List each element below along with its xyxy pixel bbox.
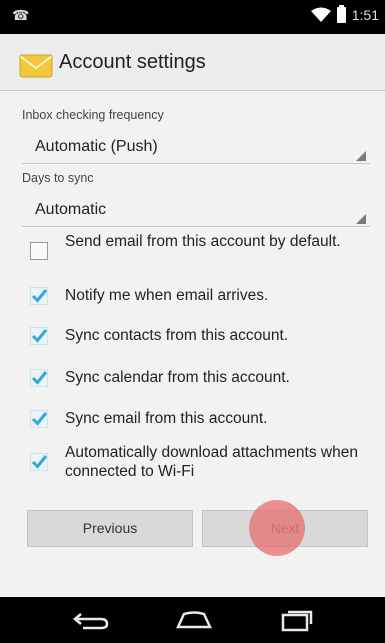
dropdown-arrow-icon xyxy=(356,151,366,161)
navigation-bar xyxy=(0,597,385,643)
email-icon[interactable] xyxy=(19,52,53,78)
checkbox[interactable] xyxy=(30,242,48,260)
days-to-sync-label: Days to sync xyxy=(22,171,94,185)
inbox-frequency-label: Inbox checking frequency xyxy=(22,108,164,122)
option-label: Send email from this account by default. xyxy=(65,233,341,250)
inbox-frequency-value: Automatic (Push) xyxy=(35,138,158,155)
option-sync-calendar[interactable]: Sync calendar from this account. xyxy=(26,368,366,390)
days-to-sync-dropdown[interactable]: Automatic xyxy=(22,197,370,227)
wifi-icon xyxy=(310,7,331,22)
status-bar: ☎ 1:51 xyxy=(0,0,385,34)
option-label: Sync contacts from this account. xyxy=(65,327,289,344)
option-label: Automatically download attachments when … xyxy=(65,444,358,480)
option-notify[interactable]: Notify me when email arrives. xyxy=(26,286,366,308)
button-bar: Previous Next xyxy=(27,510,368,547)
status-time: 1:51 xyxy=(351,7,379,23)
action-bar: Account settings xyxy=(0,34,385,91)
checkbox-checked[interactable] xyxy=(30,410,48,428)
dropdown-arrow-icon xyxy=(356,214,366,224)
dropdown-underline xyxy=(22,226,370,227)
previous-button[interactable]: Previous xyxy=(27,510,193,547)
option-label: Sync calendar from this account. xyxy=(65,369,290,386)
option-label: Notify me when email arrives. xyxy=(65,287,269,304)
call-icon: ☎ xyxy=(12,8,30,24)
inbox-frequency-dropdown[interactable]: Automatic (Push) xyxy=(22,134,370,164)
back-icon[interactable] xyxy=(73,610,111,630)
option-sync-contacts[interactable]: Sync contacts from this account. xyxy=(26,326,366,348)
option-label: Sync email from this account. xyxy=(65,410,268,427)
option-sync-email[interactable]: Sync email from this account. xyxy=(26,409,366,431)
touch-indicator xyxy=(249,500,305,556)
checkbox-checked[interactable] xyxy=(30,453,48,471)
checkbox-checked[interactable] xyxy=(30,327,48,345)
recent-apps-icon[interactable] xyxy=(280,610,314,632)
battery-icon xyxy=(336,5,346,23)
page-title: Account settings xyxy=(59,51,206,73)
option-send-default[interactable]: Send email from this account by default. xyxy=(26,232,366,272)
checkbox-checked[interactable] xyxy=(30,369,48,387)
dropdown-underline xyxy=(22,163,370,164)
option-auto-download[interactable]: Automatically download attachments when … xyxy=(26,443,366,483)
checkbox-checked[interactable] xyxy=(30,287,48,305)
days-to-sync-value: Automatic xyxy=(35,201,107,218)
home-icon[interactable] xyxy=(174,610,214,630)
